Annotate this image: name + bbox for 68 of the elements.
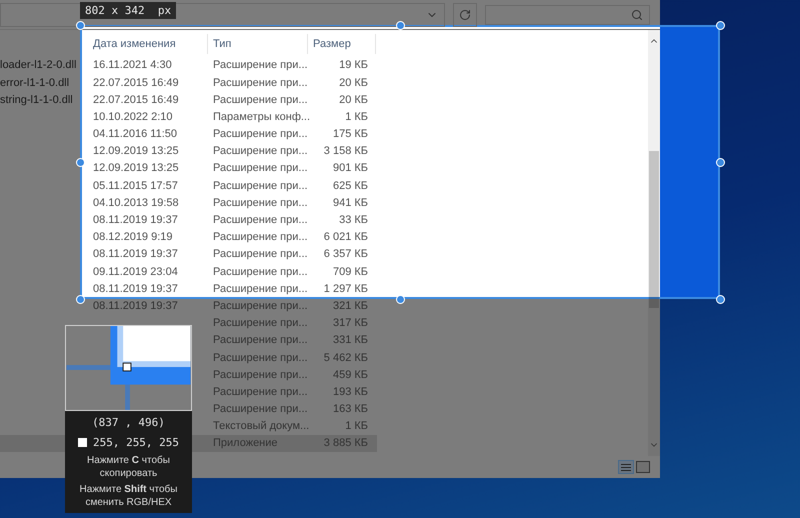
color-value: 255, 255, 255 [92, 434, 180, 450]
type-cell: Расширение при... [213, 317, 308, 330]
file-name: loader-l1-2-0.dll [0, 59, 76, 72]
type-cell: Расширение при... [213, 248, 308, 260]
size-cell: 20 КБ [339, 76, 368, 89]
size-cell: 6 357 КБ [324, 248, 368, 260]
hint-text: Нажмите Shift чтобы сменить RGB/HEX [78, 483, 178, 509]
size-cell: 3 885 КБ [324, 437, 368, 450]
size-cell: 20 КБ [339, 94, 368, 106]
date-cell: 08.11.2019 19:37 [93, 300, 178, 312]
size-cell: 5 462 КБ [324, 352, 368, 364]
date-cell: 05.11.2015 17:57 [93, 180, 178, 192]
date-cell: 12.09.2019 13:25 [93, 145, 179, 158]
cursor-coordinates: (837 , 496) [92, 415, 165, 431]
type-cell: Расширение при... [213, 368, 308, 381]
type-cell: Расширение при... [213, 386, 308, 398]
file-name: string-l1-1-0.dll [0, 94, 73, 106]
type-cell: Расширение при... [213, 214, 308, 226]
type-cell: Расширение при... [213, 352, 308, 364]
date-cell: 12.09.2019 13:25 [93, 162, 179, 174]
date-cell: 04.11.2016 11:50 [93, 128, 178, 140]
date-cell: 08.11.2019 19:37 [93, 214, 178, 226]
type-cell: Параметры конф... [213, 110, 310, 123]
size-cell: 321 КБ [332, 300, 368, 312]
type-cell: Расширение при... [213, 162, 308, 174]
type-cell: Расширение при... [213, 266, 308, 278]
size-cell: 1 КБ [345, 420, 368, 432]
type-cell: Текстовый докум... [213, 420, 310, 432]
date-cell: 22.07.2015 16:49 [93, 76, 179, 89]
type-cell: Расширение при... [213, 334, 308, 346]
size-cell: 1 297 КБ [324, 282, 368, 295]
type-cell: Расширение при... [213, 300, 308, 312]
size-cell: 1 КБ [345, 110, 368, 123]
type-cell: Расширение при... [213, 180, 308, 192]
size-cell: 163 КБ [332, 403, 368, 416]
size-cell: 901 КБ [332, 162, 368, 174]
size-cell: 6 021 КБ [324, 231, 368, 244]
size-cell: 317 КБ [332, 317, 368, 330]
type-cell: Расширение при... [213, 145, 308, 158]
date-cell: 16.11.2021 4:30 [93, 59, 172, 72]
date-cell: 08.11.2019 19:37 [93, 248, 178, 260]
file-name: error-l1-1-0.dll [0, 76, 70, 89]
date-cell: 08.12.2019 9:19 [93, 231, 173, 244]
type-cell: Расширение при... [213, 94, 308, 106]
size-cell: 175 КБ [332, 128, 368, 140]
date-cell: 08.11.2019 19:37 [93, 282, 178, 295]
type-cell: Расширение при... [213, 128, 308, 140]
size-cell: 941 КБ [332, 196, 368, 209]
type-cell: Расширение при... [213, 76, 308, 89]
size-cell: 331 КБ [332, 334, 368, 346]
date-cell: 04.10.2013 19:58 [93, 196, 179, 209]
size-cell: 625 КБ [332, 180, 368, 192]
size-cell: 19 КБ [339, 59, 368, 72]
size-cell: 459 КБ [332, 368, 368, 381]
type-cell: Приложение [213, 437, 278, 450]
size-cell: 33 КБ [339, 214, 368, 226]
type-cell: Расширение при... [213, 231, 308, 244]
type-cell: Расширение при... [213, 59, 308, 72]
date-cell: 10.10.2022 2:10 [93, 110, 173, 123]
size-cell: 3 158 КБ [324, 145, 368, 158]
selection-size-tooltip: 802 x 342 px [80, 2, 176, 19]
date-cell: 22.07.2015 16:49 [93, 94, 179, 106]
type-cell: Расширение при... [213, 403, 308, 416]
date-cell: 09.11.2019 23:04 [93, 266, 178, 278]
size-cell: 193 КБ [332, 386, 368, 398]
type-cell: Расширение при... [213, 282, 308, 295]
type-cell: Расширение при... [213, 196, 308, 209]
size-cell: 709 КБ [332, 266, 368, 278]
